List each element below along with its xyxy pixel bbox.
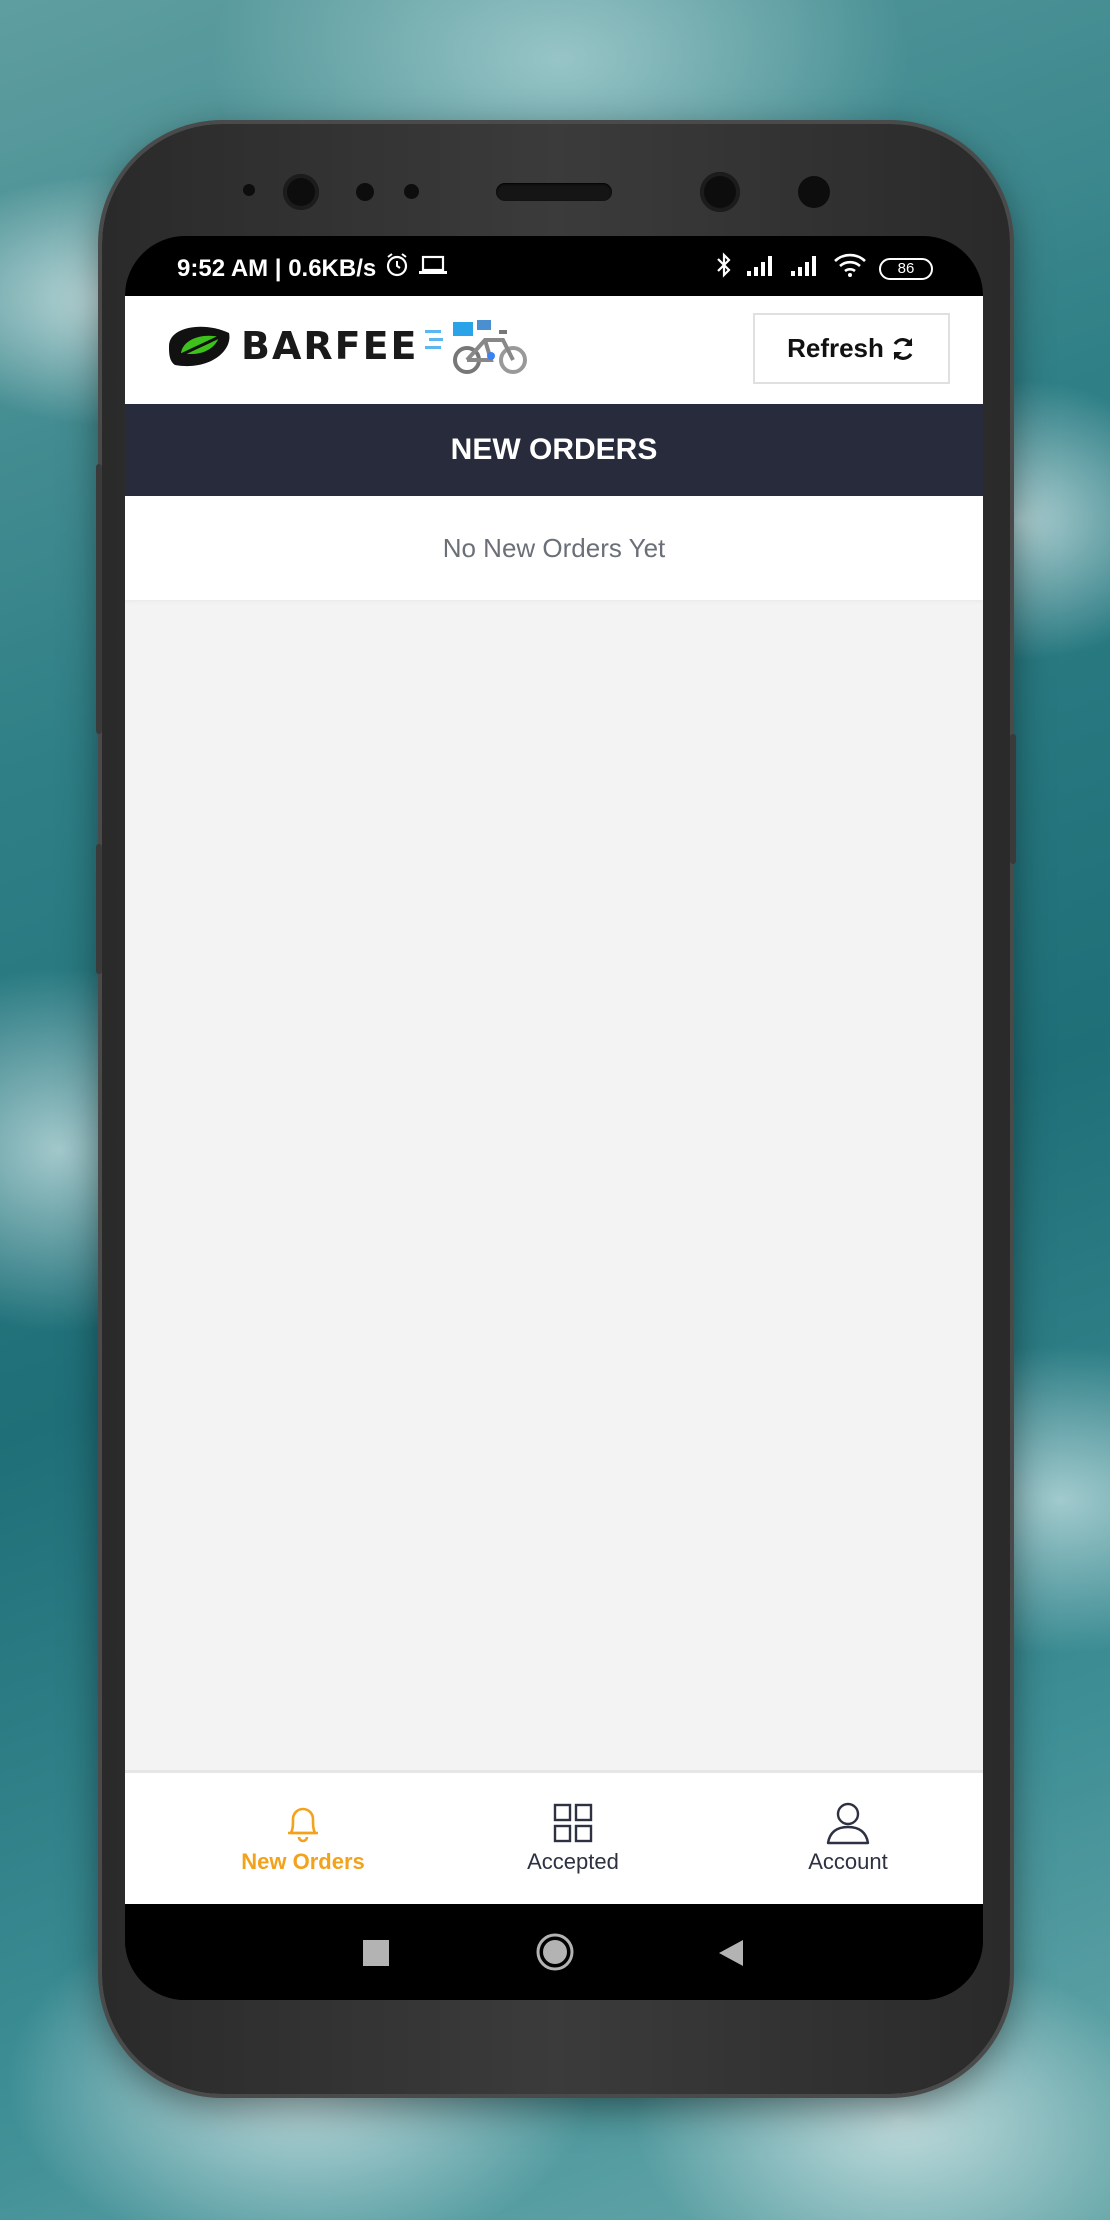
volume-button xyxy=(96,464,102,734)
front-camera xyxy=(283,174,319,210)
bell-icon xyxy=(288,1807,318,1843)
user-icon xyxy=(826,1802,870,1845)
status-time: 9:52 AM | 0.6KB/s xyxy=(177,254,377,282)
sensor-dot xyxy=(798,176,830,208)
nav-new-orders-label: New Orders xyxy=(241,1849,365,1874)
page-title: NEW ORDERS xyxy=(450,433,658,466)
power-button xyxy=(96,844,102,974)
laptop-icon xyxy=(418,254,448,283)
signal-icon xyxy=(789,253,821,284)
nav-account[interactable]: Account xyxy=(748,1801,948,1875)
empty-state: No New Orders Yet xyxy=(125,496,983,600)
nav-accepted[interactable]: Accepted xyxy=(473,1801,673,1875)
delivery-bike-icon xyxy=(424,320,527,374)
signal-icon xyxy=(745,253,777,284)
earpiece-speaker xyxy=(496,183,612,201)
nav-new-orders[interactable]: New Orders xyxy=(203,1801,403,1875)
status-bar: 9:52 AM | 0.6KB/s 86 xyxy=(125,236,983,296)
bluetooth-icon xyxy=(715,252,733,285)
nav-accepted-label: Accepted xyxy=(527,1849,619,1874)
barfee-logo: BARFEE xyxy=(163,316,535,376)
refresh-button[interactable]: Refresh xyxy=(753,313,950,384)
empty-message: No New Orders Yet xyxy=(442,532,666,563)
bottom-navigation: New Orders Accepted Account xyxy=(125,1770,983,1904)
sensor-dot xyxy=(356,183,374,201)
app-header: BARFEE Refresh xyxy=(125,296,983,404)
system-navigation-bar xyxy=(125,1904,983,2000)
sensor-dot xyxy=(243,184,255,196)
wifi-icon xyxy=(833,253,867,284)
sensor-dot xyxy=(404,184,419,199)
logo-leaf-icon xyxy=(169,326,230,367)
battery-icon: 86 xyxy=(879,257,933,280)
logo-text: BARFEE xyxy=(241,324,419,368)
recents-button-icon[interactable] xyxy=(363,1940,389,1966)
app-content: BARFEE Refresh NEW ORDERS No New Orders … xyxy=(125,296,983,1904)
nav-account-label: Account xyxy=(808,1849,888,1874)
refresh-label: Refresh xyxy=(787,333,884,363)
grid-icon xyxy=(553,1803,593,1843)
refresh-icon xyxy=(893,337,913,360)
home-button-icon[interactable] xyxy=(535,1932,575,1972)
battery-level: 86 xyxy=(897,260,915,277)
phone-screen: 9:52 AM | 0.6KB/s 86 BARFEE Refresh NEW … xyxy=(125,236,983,2000)
alarm-icon xyxy=(384,252,410,285)
page-title-bar: NEW ORDERS xyxy=(125,404,983,496)
front-camera xyxy=(700,172,740,212)
back-button-icon[interactable] xyxy=(717,1938,745,1968)
side-button-right xyxy=(1010,734,1016,864)
